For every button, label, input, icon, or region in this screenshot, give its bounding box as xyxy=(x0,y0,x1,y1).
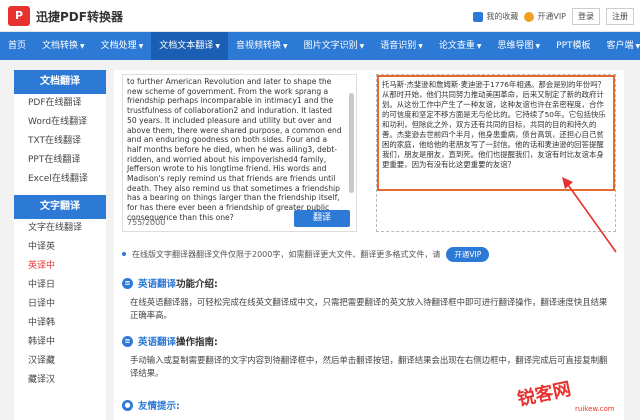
logo[interactable]: P 迅捷PDF转换器 xyxy=(8,6,123,26)
vip-label: 开通VIP xyxy=(537,12,566,21)
translate-button[interactable]: 翻译 xyxy=(294,210,350,227)
vip-link[interactable]: 开通VIP xyxy=(524,11,566,22)
sidebar-item-zh-bo[interactable]: 汉译藏 xyxy=(14,352,106,371)
guide-icon: ≡ xyxy=(122,335,133,347)
sidebar-header-doc: 文档翻译 xyxy=(14,70,106,94)
scrollbar[interactable] xyxy=(349,93,354,193)
intro-text: 在线英语翻译器，可轻松完成在线英文翻译成中文，只需把需要翻译的英文放入待翻译框中… xyxy=(130,297,608,320)
sidebar-item-txt[interactable]: TXT在线翻译 xyxy=(14,132,106,151)
intro-title: ≡ 英语翻译 功能介绍: xyxy=(122,276,218,290)
sidebar-item-zh-ja[interactable]: 中译日 xyxy=(14,276,106,295)
chevron-down-icon: ▼ xyxy=(138,43,144,50)
main-content: to further American Revolution and later… xyxy=(114,70,624,420)
nav-home[interactable]: 首页 xyxy=(0,32,34,60)
sidebar-item-bo-zh[interactable]: 藏译汉 xyxy=(14,371,106,390)
chevron-down-icon: ▼ xyxy=(215,43,220,50)
sidebar-item-zh-en[interactable]: 中译英 xyxy=(14,238,106,257)
sidebar-item-en-zh[interactable]: 英译中 xyxy=(14,257,106,276)
sidebar-item-zh-ko[interactable]: 中译韩 xyxy=(14,314,106,333)
nav-mindmap[interactable]: 思维导图 ▼ xyxy=(490,32,549,60)
location-pin-icon: ● xyxy=(122,399,133,411)
favorites-label: 我的收藏 xyxy=(486,12,519,21)
app-title: 迅捷PDF转换器 xyxy=(36,9,123,24)
favorites-link[interactable]: 我的收藏 xyxy=(473,11,518,22)
sidebar-item-ko-zh[interactable]: 韩译中 xyxy=(14,333,106,352)
char-count: 755/2000 xyxy=(127,218,166,227)
source-textarea[interactable]: to further American Revolution and later… xyxy=(127,77,342,223)
nav-plagiarism[interactable]: 论文查重 ▼ xyxy=(431,32,490,60)
notice-text: 在线版文字翻译器翻译文件仅限于2000字，如需翻译更大文件、翻译更多格式文件，请 xyxy=(132,249,441,259)
nav-ppt[interactable]: PPT模板 xyxy=(548,32,598,60)
nav-client[interactable]: 客户端 ▼ xyxy=(599,32,640,60)
sidebar-item-ja-zh[interactable]: 日译中 xyxy=(14,295,106,314)
open-vip-button[interactable]: 开通VIP xyxy=(446,246,490,262)
main-nav: 首页 文档转换 ▼ 文档处理 ▼ 文档文本翻译 ▼ 音视频转换 ▼ 图片文字识别 ▼ 语音… xyxy=(0,32,640,60)
annotation-arrow-icon xyxy=(562,177,617,253)
tips-title: ● 友情提示: xyxy=(122,398,180,412)
top-bar: P 迅捷PDF转换器 我的收藏 开通VIP 登录 注册 xyxy=(0,0,640,32)
sidebar-item-excel[interactable]: Excel在线翻译 xyxy=(14,170,106,189)
nav-av-convert[interactable]: 音视频转换 ▼ xyxy=(228,32,296,60)
logo-icon: P xyxy=(8,6,30,26)
sidebar: 文档翻译 PDF在线翻译 Word在线翻译 TXT在线翻译 PPT在线翻译 Ex… xyxy=(14,70,106,420)
chevron-down-icon: ▼ xyxy=(418,43,423,50)
nav-ocr[interactable]: 图片文字识别 ▼ xyxy=(296,32,373,60)
source-text-box[interactable]: to further American Revolution and later… xyxy=(122,74,357,232)
chevron-down-icon: ▼ xyxy=(635,43,640,50)
bookmark-icon xyxy=(473,11,484,22)
guide-title: ≡ 英语翻译 操作指南: xyxy=(122,334,218,348)
nav-speech[interactable]: 语音识别 ▼ xyxy=(372,32,431,60)
chevron-down-icon: ▼ xyxy=(282,43,288,50)
chevron-down-icon: ▼ xyxy=(80,43,85,50)
register-button[interactable]: 注册 xyxy=(606,8,634,25)
login-button[interactable]: 登录 xyxy=(572,8,600,25)
sidebar-item-ppt[interactable]: PPT在线翻译 xyxy=(14,151,106,170)
notice-bar: 在线版文字翻译器翻译文件仅限于2000字，如需翻译更大文件、翻译更多格式文件，请… xyxy=(122,245,616,263)
info-icon: ≡ xyxy=(122,277,133,289)
nav-doc-convert[interactable]: 文档转换 ▼ xyxy=(34,32,93,60)
sidebar-item-pdf[interactable]: PDF在线翻译 xyxy=(14,94,106,113)
nav-translate[interactable]: 文档文本翻译 ▼ xyxy=(151,32,228,60)
translation-output[interactable]: 托马斯·杰斐逊和詹姆斯·麦迪逊于1776年相遇。那会是别的年份吗？从那时开始，他… xyxy=(377,75,615,191)
chevron-down-icon: ▼ xyxy=(359,43,365,50)
chevron-down-icon: ▼ xyxy=(476,43,482,50)
top-right-links: 我的收藏 开通VIP 登录 注册 xyxy=(473,8,634,25)
sidebar-header-text: 文字翻译 xyxy=(14,195,106,219)
watermark-url: ruikew.com xyxy=(575,405,615,413)
chevron-down-icon: ▼ xyxy=(535,43,541,50)
sidebar-item-word[interactable]: Word在线翻译 xyxy=(14,113,106,132)
guide-text: 手动输入或复制需要翻译的文字内容到待翻译框中，然后单击翻译按钮，翻译结果会出现在… xyxy=(130,355,608,378)
bullet-icon xyxy=(122,252,126,256)
sidebar-item-text-online[interactable]: 文字在线翻译 xyxy=(14,219,106,238)
nav-doc-process[interactable]: 文档处理 ▼ xyxy=(93,32,152,60)
crown-icon xyxy=(524,11,535,22)
